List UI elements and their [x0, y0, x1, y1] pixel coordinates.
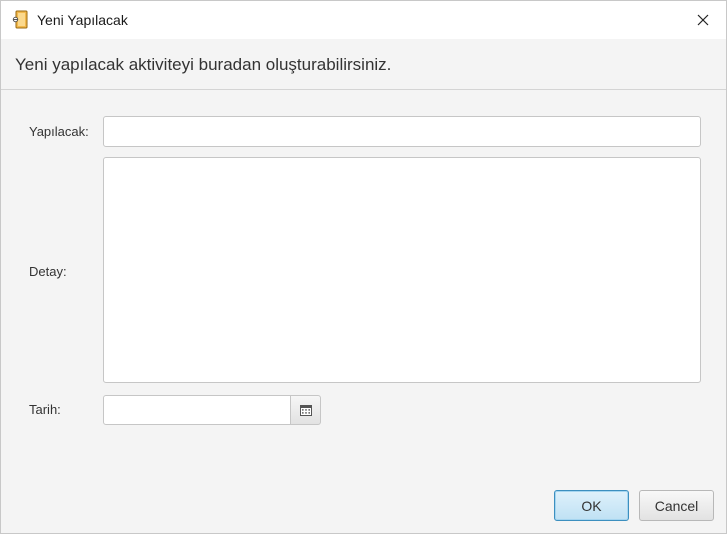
todo-label: Yapılacak:: [29, 124, 89, 139]
dialog-window: Yeni Yapılacak Yeni yapılacak aktiviteyi…: [0, 0, 727, 534]
cancel-button[interactable]: Cancel: [639, 490, 714, 521]
header-text: Yeni yapılacak aktiviteyi buradan oluştu…: [15, 55, 392, 74]
calendar-icon: [299, 404, 312, 416]
notebook-icon: [11, 10, 31, 30]
detail-textarea[interactable]: [103, 157, 701, 383]
ok-button[interactable]: OK: [554, 490, 629, 521]
close-icon: [697, 14, 709, 26]
date-input[interactable]: [103, 395, 291, 425]
close-button[interactable]: [680, 1, 726, 39]
window-title: Yeni Yapılacak: [37, 12, 128, 28]
todo-input[interactable]: [103, 116, 701, 147]
date-picker-button[interactable]: [290, 395, 321, 425]
detail-label: Detay:: [29, 264, 67, 279]
dialog-header: Yeni yapılacak aktiviteyi buradan oluştu…: [1, 39, 726, 90]
date-label: Tarih:: [29, 402, 61, 417]
title-bar: Yeni Yapılacak: [1, 1, 726, 39]
